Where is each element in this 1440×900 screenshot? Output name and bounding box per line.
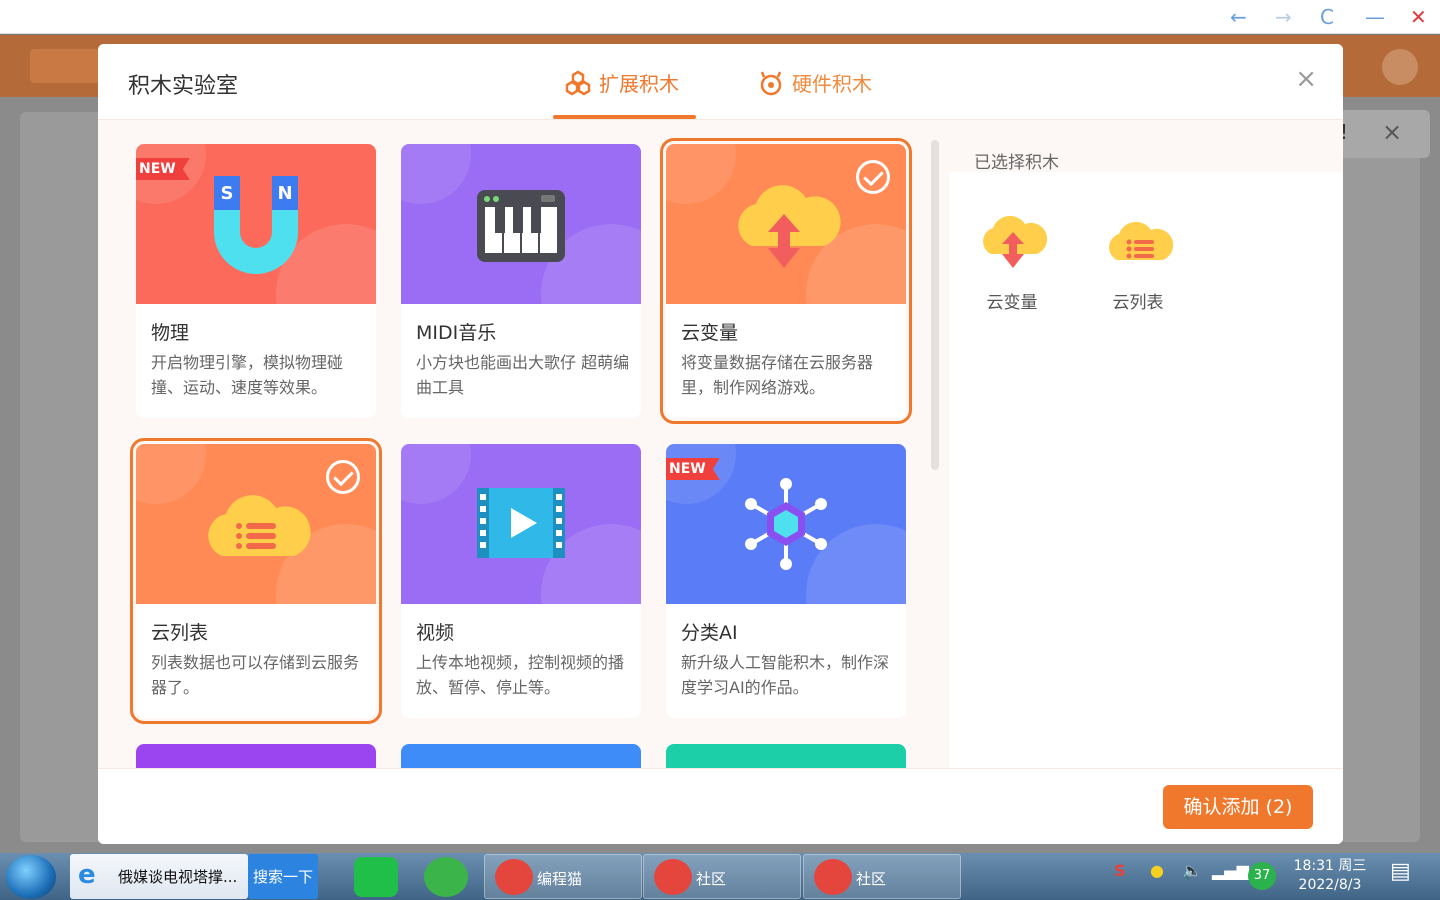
- extension-card-cloud-list[interactable]: 云列表 列表数据也可以存储到云服务器了。: [130, 438, 382, 724]
- selected-item-cloud-list[interactable]: 云列表: [1093, 192, 1183, 313]
- card-banner: NEW: [666, 444, 906, 604]
- extension-card-partial[interactable]: [136, 744, 376, 768]
- extension-card-midi[interactable]: MIDI音乐 小方块也能画出大歌仔 超萌编曲工具: [401, 144, 641, 418]
- clock-date: 2022/8/3: [1298, 877, 1362, 893]
- new-badge: NEW: [136, 158, 190, 180]
- taskbar-app-label: 编程猫: [537, 870, 583, 888]
- card-banner: [666, 144, 906, 304]
- card-description: 上传本地视频，控制视频的播放、暂停、停止等。: [416, 653, 625, 697]
- card-title: 云列表: [151, 622, 209, 644]
- modal-footer: 确认添加 (2): [98, 768, 1343, 844]
- codemao-icon: [654, 859, 692, 895]
- tab-label: 扩展积木: [599, 72, 679, 96]
- card-banner: S N NEW: [136, 144, 376, 304]
- selected-item-label: 云列表: [1112, 293, 1164, 313]
- selected-blocks-heading: 已选择积木: [974, 153, 1059, 173]
- minimize-icon[interactable]: —: [1365, 5, 1385, 29]
- robot-icon: [760, 71, 782, 95]
- svg-text:N: N: [277, 183, 292, 204]
- extension-card-cloud-variable[interactable]: 云变量 将变量数据存储在云服务器里，制作网络游戏。: [660, 138, 912, 424]
- active-tab-indicator: [553, 115, 696, 119]
- card-description: 将变量数据存储在云服务器里，制作网络游戏。: [681, 353, 874, 397]
- forward-icon[interactable]: →: [1275, 5, 1292, 29]
- card-description: 开启物理引擎，模拟物理碰撞、运动、速度等效果。: [151, 353, 344, 397]
- browser-360-icon[interactable]: [424, 857, 468, 897]
- selected-item-cloud-variable[interactable]: 云变量: [967, 192, 1057, 313]
- card-banner: [136, 444, 376, 604]
- close-icon[interactable]: ×: [1295, 64, 1317, 94]
- extension-grid: S N NEW 物理 开启物理引擎，模拟物理碰撞、运动、速度等效果。 MIDI音…: [98, 120, 928, 768]
- volume-icon[interactable]: 🔈: [1182, 861, 1202, 880]
- taskbar-search-button[interactable]: 搜索一下: [248, 854, 318, 899]
- tab-label: 硬件积木: [792, 72, 872, 96]
- taskbar-app-label: 社区: [856, 870, 887, 888]
- taskbar-app-label: 社区: [696, 870, 727, 888]
- taskbar-app-codemao[interactable]: 编程猫: [484, 854, 642, 899]
- ie-icon: e: [78, 860, 96, 890]
- security-tray-icon[interactable]: ●: [1150, 861, 1164, 880]
- card-title: 视频: [416, 622, 455, 644]
- network-icon[interactable]: ▂▄▆: [1212, 861, 1249, 880]
- cloud-variable-icon: [983, 215, 1048, 268]
- card-title: 物理: [151, 322, 190, 344]
- system-clock[interactable]: 18:31 周三 2022/8/3: [1290, 857, 1370, 895]
- extension-card-physics[interactable]: S N NEW 物理 开启物理引擎，模拟物理碰撞、运动、速度等效果。: [136, 144, 376, 418]
- codemao-icon: [495, 859, 533, 895]
- selected-blocks-list: 云变量 云列表: [949, 172, 1343, 768]
- avatar: [1382, 49, 1418, 85]
- start-button[interactable]: [6, 855, 56, 899]
- hexagons-icon: [565, 70, 591, 95]
- card-title: MIDI音乐: [416, 322, 497, 344]
- extension-card-classification-ai[interactable]: NEW 分类AI 新升级人工智能积木，制作深度学习AI的作品。: [666, 444, 906, 718]
- tab-hardware-blocks[interactable]: 硬件积木: [758, 68, 872, 97]
- taskbar: e 俄媒谈电视塔撑... 搜索一下 编程猫 社区 社区 S ● 🔈 ▂▄▆ 37…: [0, 853, 1440, 900]
- browser-toolbar: ← → C — ✕: [0, 0, 1440, 34]
- block-lab-modal: 积木实验室 扩展积木 硬件积木 × S N NEW 物理 开启物理引擎，模拟物理…: [98, 44, 1343, 844]
- modal-title: 积木实验室: [128, 74, 239, 99]
- codemao-icon: [814, 859, 852, 895]
- selected-check-icon: [856, 160, 890, 194]
- selected-blocks-panel: 已选择积木 云变量 云列表: [944, 120, 1343, 768]
- card-banner: [401, 144, 641, 304]
- new-badge: NEW: [666, 458, 720, 480]
- selected-item-label: 云变量: [986, 293, 1038, 313]
- browser-item-label: 俄媒谈电视塔撑...: [118, 868, 238, 886]
- card-description: 列表数据也可以存储到云服务器了。: [151, 653, 360, 697]
- selected-check-icon: [326, 460, 360, 494]
- piano-icon: [477, 190, 565, 262]
- card-title: 云变量: [681, 322, 739, 344]
- card-description: 小方块也能画出大歌仔 超萌编曲工具: [416, 353, 630, 397]
- card-description: 新升级人工智能积木，制作深度学习AI的作品。: [681, 653, 890, 697]
- clock-time: 18:31 周三: [1293, 858, 1367, 874]
- back-icon[interactable]: ←: [1230, 5, 1247, 29]
- svg-text:S: S: [221, 183, 234, 204]
- cloud-list-icon: [1109, 221, 1174, 260]
- notification-count-badge[interactable]: 37: [1248, 862, 1276, 890]
- taskbar-browser-item[interactable]: e 俄媒谈电视塔撑...: [70, 854, 248, 899]
- confirm-add-button[interactable]: 确认添加 (2): [1163, 785, 1313, 829]
- extension-card-partial[interactable]: [666, 744, 906, 768]
- refresh-icon[interactable]: C: [1320, 5, 1334, 29]
- extension-card-partial[interactable]: [401, 744, 641, 768]
- grid-scrollbar[interactable]: [931, 140, 939, 470]
- sogou-input-icon[interactable]: S: [1114, 861, 1126, 880]
- notes-icon[interactable]: ▤: [1390, 859, 1411, 884]
- video-icon: [477, 488, 565, 558]
- card-banner: [401, 444, 641, 604]
- close-window-icon[interactable]: ✕: [1410, 5, 1427, 29]
- modal-body: S N NEW 物理 开启物理引擎，模拟物理碰撞、运动、速度等效果。 MIDI音…: [98, 120, 1343, 768]
- search-label: 搜索一下: [253, 868, 314, 886]
- toast-close-icon: ×: [1382, 118, 1403, 146]
- taskbar-app-community-2[interactable]: 社区: [803, 854, 961, 899]
- iqiyi-icon[interactable]: [354, 857, 398, 897]
- extension-card-video[interactable]: 视频 上传本地视频，控制视频的播放、暂停、停止等。: [401, 444, 641, 718]
- card-title: 分类AI: [681, 622, 738, 644]
- tab-extension-blocks[interactable]: 扩展积木: [565, 68, 679, 97]
- taskbar-app-community[interactable]: 社区: [643, 854, 801, 899]
- modal-header: 积木实验室 扩展积木 硬件积木 ×: [98, 44, 1343, 120]
- app-logo: [30, 49, 100, 83]
